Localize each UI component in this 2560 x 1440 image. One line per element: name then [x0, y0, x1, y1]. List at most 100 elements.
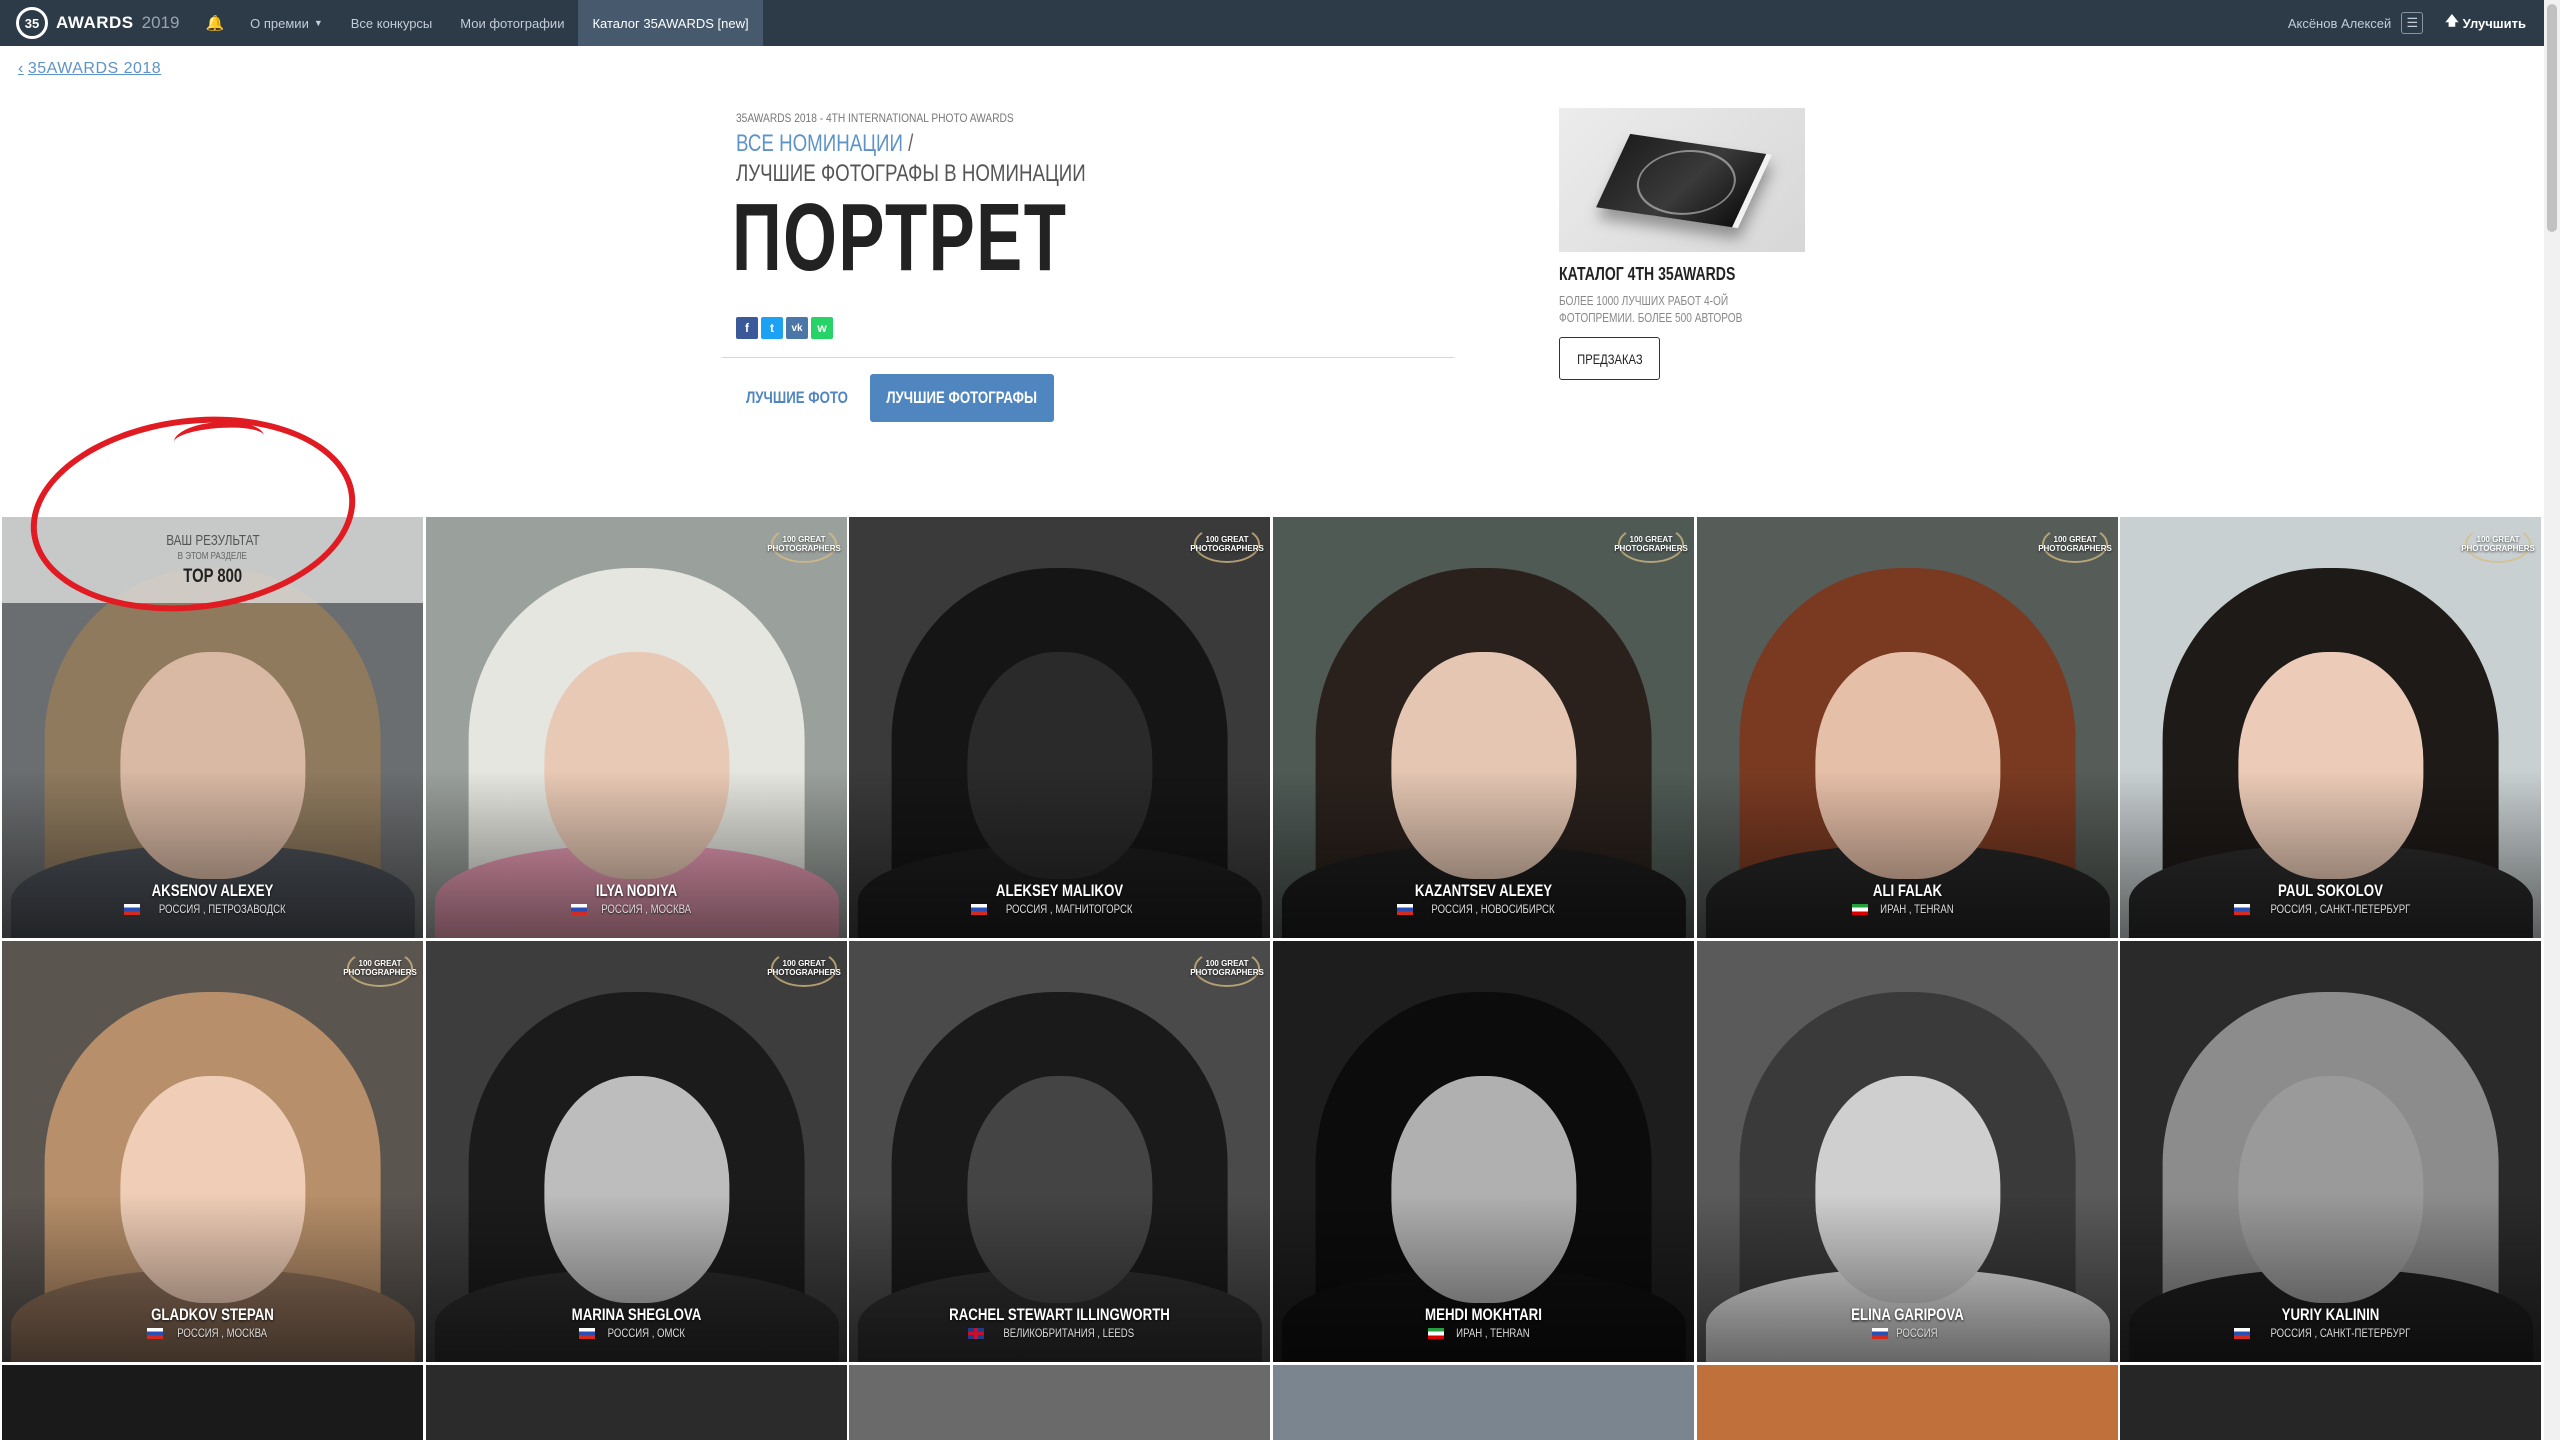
- nomination-breadcrumb: ВСЕ НОМИНАЦИИ /: [736, 130, 913, 158]
- twitter-share-icon[interactable]: t: [761, 317, 783, 339]
- user-menu-icon[interactable]: ☰: [2401, 12, 2424, 34]
- photographer-tile[interactable]: 100 GREAT PHOTOGRAPHERS RACHEL STEWART IL…: [849, 941, 1270, 1362]
- photographer-name[interactable]: YURIY KALININ: [2166, 1305, 2494, 1325]
- country-flag-icon: [2233, 903, 2250, 915]
- scrollbar-thumb[interactable]: [2547, 4, 2557, 232]
- laurel-badge-icon: 100 GREAT PHOTOGRAPHERS: [1190, 525, 1264, 563]
- preorder-button[interactable]: ПРЕДЗАКАЗ: [1559, 337, 1660, 380]
- photographer-tile[interactable]: 100 GREAT PHOTOGRAPHERS MARINA SHEGLOVA РО…: [426, 941, 847, 1362]
- badge-label: 100 GREAT PHOTOGRAPHERS: [1614, 535, 1688, 553]
- photographer-name[interactable]: ALEKSEY MALIKOV: [895, 881, 1223, 901]
- breadcrumb-slash: /: [902, 130, 914, 157]
- photographer-tile[interactable]: [1273, 1365, 1694, 1440]
- arrow-up-icon: 🡅: [2445, 13, 2459, 28]
- nav-about-dropdown[interactable]: О премии ▼: [236, 0, 337, 46]
- laurel-badge-icon: 100 GREAT PHOTOGRAPHERS: [2038, 525, 2112, 563]
- topbar-right-group: Аксёнов Алексей ☰ 🡅 Улучшить: [2288, 0, 2544, 46]
- whatsapp-share-icon[interactable]: w: [811, 317, 833, 339]
- photographer-name[interactable]: PAUL SOKOLOV: [2166, 881, 2494, 901]
- location-text: РОССИЯ , МОСКВА: [177, 1326, 267, 1340]
- notifications-bell-icon[interactable]: 🔔: [193, 0, 236, 46]
- photographer-name[interactable]: RACHEL STEWART ILLINGWORTH: [895, 1305, 1223, 1325]
- photographer-tile[interactable]: [849, 1365, 1270, 1440]
- photographer-tile[interactable]: 100 GREAT PHOTOGRAPHERS GLADKOV STEPAN РОС…: [2, 941, 423, 1362]
- photographer-name[interactable]: MARINA SHEGLOVA: [472, 1305, 800, 1325]
- badge-label: 100 GREAT PHOTOGRAPHERS: [2038, 535, 2112, 553]
- photographer-tile[interactable]: ВАШ РЕЗУЛЬТАТ В ЭТОМ РАЗДЕЛЕ TOP 800 AKSENO…: [2, 517, 423, 938]
- nav-my-photos[interactable]: Мои фотографии: [446, 0, 578, 46]
- photographer-tile[interactable]: 100 GREAT PHOTOGRAPHERS ALEKSEY MALIKOV РО…: [849, 517, 1270, 938]
- laurel-badge-icon: 100 GREAT PHOTOGRAPHERS: [343, 949, 417, 987]
- photographer-location: РОССИЯ: [1697, 1326, 2118, 1340]
- tab-best-photographers-label: ЛУЧШИЕ ФОТОГРАФЫ: [886, 388, 1038, 407]
- location-text: РОССИЯ , САНКТ-ПЕТЕРБУРГ: [2270, 1326, 2410, 1340]
- photographer-name[interactable]: ELINA GARIPOVA: [1743, 1305, 2071, 1325]
- photographer-name[interactable]: KAZANTSEV ALEXEY: [1319, 881, 1647, 901]
- location-text: ИРАН , TEHRAN: [1456, 1326, 1530, 1340]
- all-nominations-link[interactable]: ВСЕ НОМИНАЦИИ: [736, 130, 903, 157]
- laurel-badge-icon: 100 GREAT PHOTOGRAPHERS: [1190, 949, 1264, 987]
- logo-year: 2019: [141, 13, 180, 32]
- promo-title[interactable]: КАТАЛОГ 4TH 35AWARDS: [1559, 264, 1735, 285]
- location-text: ИРАН , TEHRAN: [1880, 902, 1954, 916]
- photographer-location: ИРАН , TEHRAN: [1273, 1326, 1694, 1340]
- location-text: РОССИЯ , МАГНИТОГОРСК: [1005, 902, 1133, 916]
- photographer-name[interactable]: ALI FALAK: [1743, 881, 2071, 901]
- photographer-location: ВЕЛИКОБРИТАНИЯ , LEEDS: [849, 1326, 1270, 1340]
- badge-label: 100 GREAT PHOTOGRAPHERS: [1190, 959, 1264, 977]
- location-text: РОССИЯ , МОСКВА: [601, 902, 691, 916]
- badge-label: 100 GREAT PHOTOGRAPHERS: [343, 959, 417, 977]
- preorder-button-label: ПРЕДЗАКАЗ: [1576, 350, 1643, 367]
- site-logo[interactable]: 35 AWARDS 2019: [0, 0, 179, 46]
- back-link[interactable]: ‹ 35AWARDS 2018: [18, 60, 161, 78]
- user-name-link[interactable]: Аксёнов Алексей: [2288, 16, 2391, 31]
- upgrade-button[interactable]: 🡅 Улучшить: [2445, 12, 2526, 34]
- badge-label: 100 GREAT PHOTOGRAPHERS: [1190, 535, 1264, 553]
- photographer-tile[interactable]: [1697, 1365, 2118, 1440]
- badge-label: 100 GREAT PHOTOGRAPHERS: [767, 959, 841, 977]
- photographer-tile[interactable]: YURIY KALININ РОССИЯ , САНКТ-ПЕТЕРБУРГ: [2120, 941, 2541, 1362]
- back-link-label: 35AWARDS 2018: [27, 60, 162, 77]
- photographer-tile[interactable]: 100 GREAT PHOTOGRAPHERS ALI FALAK ИРАН , T…: [1697, 517, 2118, 938]
- photographer-tile[interactable]: 100 GREAT PHOTOGRAPHERS PAUL SOKOLOV РОССИ…: [2120, 517, 2541, 938]
- country-flag-icon: [1852, 903, 1869, 915]
- tab-best-photo[interactable]: ЛУЧШИЕ ФОТО: [746, 374, 848, 422]
- photographer-tile[interactable]: [426, 1365, 847, 1440]
- country-flag-icon: [1428, 1327, 1445, 1339]
- photographer-tile[interactable]: ELINA GARIPOVA РОССИЯ: [1697, 941, 2118, 1362]
- location-text: ВЕЛИКОБРИТАНИЯ , LEEDS: [1003, 1326, 1135, 1340]
- nav-catalog[interactable]: Каталог 35AWARDS [new]: [578, 0, 763, 46]
- your-result-banner: ВАШ РЕЗУЛЬТАТ В ЭТОМ РАЗДЕЛЕ TOP 800: [2, 517, 423, 603]
- photographer-tile[interactable]: 100 GREAT PHOTOGRAPHERS ILYA NODIYA РОССИЯ…: [426, 517, 847, 938]
- country-flag-icon: [2233, 1327, 2250, 1339]
- photographer-location: РОССИЯ , САНКТ-ПЕТЕРБУРГ: [2120, 1326, 2541, 1340]
- vk-share-icon[interactable]: vk: [786, 317, 808, 339]
- facebook-share-icon[interactable]: f: [736, 317, 758, 339]
- photographer-name[interactable]: GLADKOV STEPAN: [48, 1305, 376, 1325]
- photographer-name[interactable]: ILYA NODIYA: [472, 881, 800, 901]
- page-scrollbar[interactable]: [2544, 0, 2560, 1440]
- country-flag-icon: [1397, 903, 1414, 915]
- location-text: РОССИЯ , ПЕТРОЗАВОДСК: [158, 902, 286, 916]
- photographer-tile[interactable]: MEHDI MOKHTARI ИРАН , TEHRAN: [1273, 941, 1694, 1362]
- book-graphic: [1596, 133, 1772, 229]
- nav-all-contests[interactable]: Все конкурсы: [337, 0, 447, 46]
- photographer-tile[interactable]: 100 GREAT PHOTOGRAPHERS KAZANTSEV ALEXEY Р…: [1273, 517, 1694, 938]
- tab-best-photographers[interactable]: ЛУЧШИЕ ФОТОГРАФЫ: [870, 374, 1054, 422]
- badge-label: 100 GREAT PHOTOGRAPHERS: [767, 535, 841, 553]
- logo-text: AWARDS: [56, 13, 134, 32]
- laurel-badge-icon: 100 GREAT PHOTOGRAPHERS: [767, 949, 841, 987]
- promo-description: БОЛЕЕ 1000 ЛУЧШИХ РАБОТ 4-ОЙ ФОТОПРЕМИИ.…: [1559, 293, 1743, 325]
- photographer-name[interactable]: AKSENOV ALEXEY: [48, 881, 376, 901]
- photographer-tile[interactable]: [2120, 1365, 2541, 1440]
- photographer-tile[interactable]: [2, 1365, 423, 1440]
- photographer-name[interactable]: MEHDI MOKHTARI: [1319, 1305, 1647, 1325]
- location-text: РОССИЯ , НОВОСИБИРСК: [1431, 902, 1555, 916]
- country-flag-icon: [968, 1327, 985, 1339]
- country-flag-icon: [146, 1327, 163, 1339]
- catalog-book-image[interactable]: [1559, 108, 1805, 252]
- country-flag-icon: [123, 903, 140, 915]
- country-flag-icon: [570, 903, 587, 915]
- page-title: ПОРТРЕТ: [732, 184, 1068, 291]
- photographer-location: РОССИЯ , МОСКВА: [426, 902, 847, 916]
